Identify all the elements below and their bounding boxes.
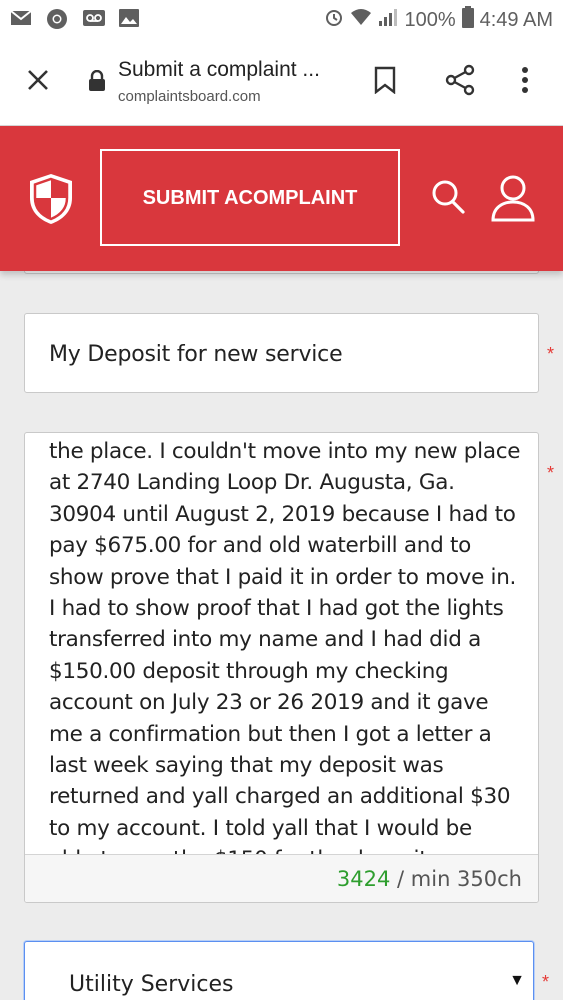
search-icon[interactable] [430, 176, 466, 216]
close-icon [26, 68, 50, 97]
system-indicators: 100% 4:49 AM [324, 6, 553, 34]
more-options-button[interactable] [510, 64, 540, 100]
voicemail-icon [82, 8, 105, 28]
mail-icon [10, 8, 32, 28]
site-header: SUBMIT A COMPLAINT [0, 126, 563, 271]
complaint-title-value: My Deposit for new service [49, 342, 343, 367]
more-vert-icon [521, 66, 529, 99]
share-icon [444, 64, 476, 101]
browser-toolbar: Submit a complaint ... complaintsboard.c… [0, 38, 563, 126]
complaint-text-area[interactable]: the place. I couldn't move into my new p… [24, 432, 539, 903]
status-bar: 100% 4:49 AM [0, 0, 563, 38]
user-icon[interactable] [490, 174, 536, 222]
close-tab-button[interactable] [18, 62, 58, 102]
category-value: Utility Services [69, 972, 234, 997]
chrome-icon [46, 8, 68, 29]
clock: 4:49 AM [479, 8, 553, 31]
lock-icon [88, 69, 106, 92]
shield-logo-icon[interactable] [28, 172, 74, 226]
complaint-title-input[interactable]: My Deposit for new service [24, 313, 539, 393]
image-icon [118, 8, 140, 28]
bookmark-button[interactable] [368, 64, 402, 100]
share-button[interactable] [440, 64, 480, 100]
char-count: 3424 [336, 867, 391, 891]
alarm-icon [324, 7, 344, 33]
category-select[interactable]: Utility Services ▼ [24, 941, 534, 1000]
required-marker: * [542, 972, 550, 992]
complaint-text: the place. I couldn't move into my new p… [49, 439, 521, 854]
submit-label-line: SUBMIT A [142, 186, 239, 209]
char-minimum: / min 350ch [397, 867, 522, 891]
required-marker: * [547, 463, 555, 483]
notification-icons [10, 8, 140, 29]
bookmark-icon [374, 66, 396, 99]
required-marker: * [547, 344, 555, 364]
submit-complaint-button[interactable]: SUBMIT A COMPLAINT [100, 149, 400, 246]
battery-percent: 100% [404, 8, 456, 31]
submit-label-line: COMPLAINT [238, 186, 358, 209]
character-counter: 3424 / min 350ch [25, 854, 538, 902]
page-url[interactable]: complaintsboard.com [118, 88, 261, 105]
page-title: Submit a complaint ... [118, 58, 320, 81]
dropdown-arrow-icon: ▼ [509, 972, 525, 989]
battery-icon [461, 6, 474, 34]
textarea-scrollbar[interactable] [534, 441, 536, 851]
counter-text: 3424 / min 350ch [337, 867, 522, 891]
signal-icon [378, 7, 398, 33]
wifi-icon [350, 7, 372, 33]
